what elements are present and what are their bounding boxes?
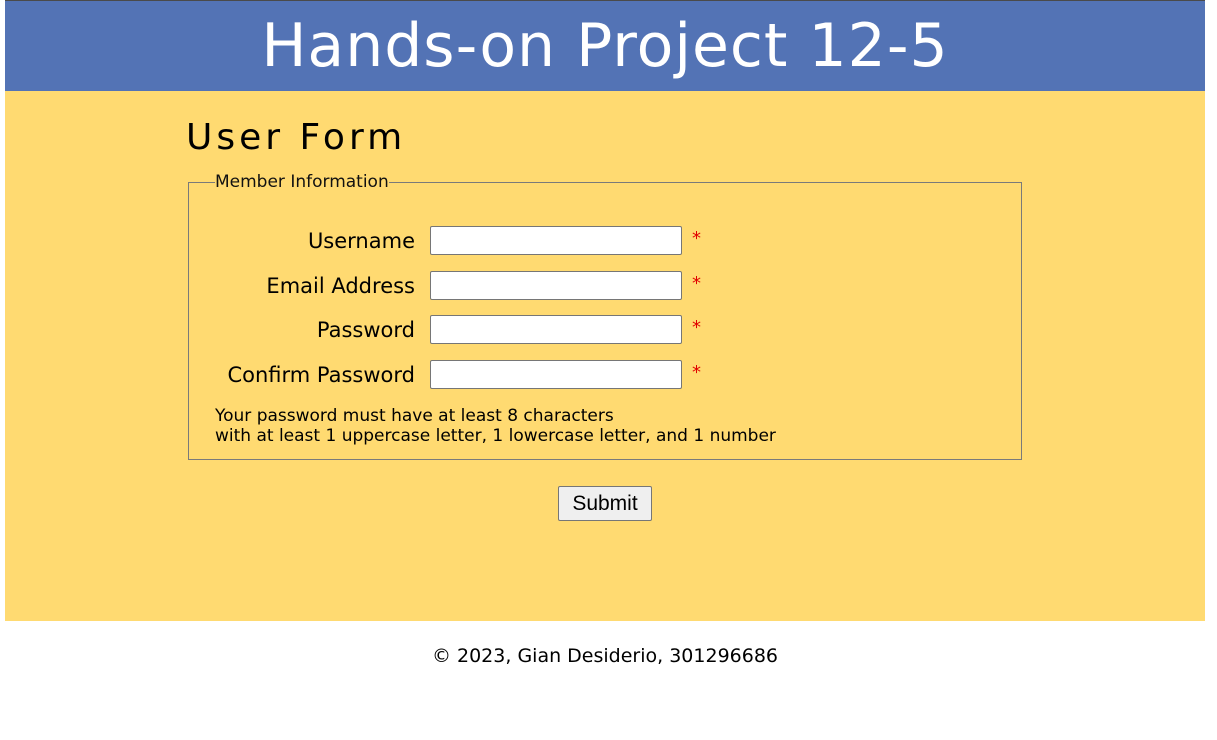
password-input[interactable] xyxy=(430,315,682,344)
username-label: Username xyxy=(307,229,415,253)
username-row: Username * xyxy=(189,226,789,256)
password-requirements-note: Your password must have at least 8 chara… xyxy=(215,406,776,446)
main-content: User Form Member Information Username * … xyxy=(5,91,1205,621)
member-information-fieldset: Member Information Username * Email Addr… xyxy=(188,172,1022,460)
password-label: Password xyxy=(316,318,415,342)
confirm-password-row: Confirm Password * xyxy=(189,360,789,390)
form-title: User Form xyxy=(186,117,407,158)
page: Hands-on Project 12-5 User Form Member I… xyxy=(0,0,1217,740)
confirm-password-input[interactable] xyxy=(430,360,682,389)
note-line-1: Your password must have at least 8 chara… xyxy=(215,406,614,426)
required-marker: * xyxy=(692,273,701,294)
note-line-2: with at least 1 uppercase letter, 1 lowe… xyxy=(215,426,776,446)
page-title: Hands-on Project 12-5 xyxy=(261,11,949,81)
username-input[interactable] xyxy=(430,226,682,255)
fieldset-legend: Member Information xyxy=(215,172,389,192)
footer-copyright: © 2023, Gian Desiderio, 301296686 xyxy=(431,645,779,667)
email-label: Email Address xyxy=(266,274,415,298)
page-footer: © 2023, Gian Desiderio, 301296686 xyxy=(0,621,1210,691)
required-marker: * xyxy=(692,228,701,249)
required-marker: * xyxy=(692,362,701,383)
password-row: Password * xyxy=(189,315,789,345)
submit-button[interactable]: Submit xyxy=(558,486,652,521)
page-header: Hands-on Project 12-5 xyxy=(5,0,1205,91)
email-row: Email Address * xyxy=(189,271,789,301)
required-marker: * xyxy=(692,317,701,338)
confirm-password-label: Confirm Password xyxy=(227,363,415,387)
email-input[interactable] xyxy=(430,271,682,300)
